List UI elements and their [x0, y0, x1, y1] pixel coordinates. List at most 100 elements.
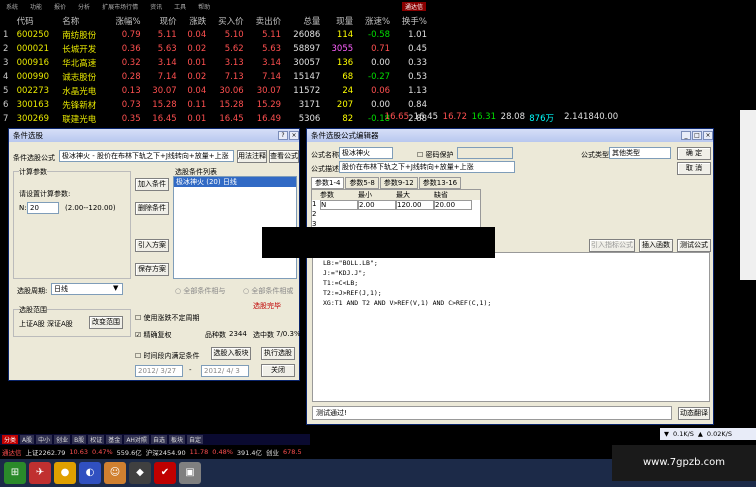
close-button[interactable]: 关闭 [261, 364, 295, 377]
formula-type-select[interactable]: 其他类型 [609, 147, 671, 159]
test-formula-button[interactable]: 测试公式 [677, 239, 711, 252]
market-tab[interactable]: 权证 [88, 435, 105, 444]
cell-code: 000916 [16, 58, 50, 68]
precise-checkbox[interactable]: ☑ 精确复权 [135, 330, 172, 340]
dynamic-translate-button[interactable]: 动态翻译 [678, 407, 710, 420]
column-header[interactable]: 卖出价 [247, 14, 284, 28]
import-plan-button[interactable]: 引入方案 [135, 239, 169, 252]
market-tab[interactable]: 基金 [106, 435, 123, 444]
help-icon[interactable]: ? [278, 131, 288, 140]
app-icon[interactable]: ✈ [29, 462, 51, 484]
param-n-input[interactable]: 20 [27, 202, 59, 214]
table-row[interactable]: 3 000916 华北高速 0.32 3.14 0.01 3.13 3.14 30057 136 0… [0, 56, 430, 70]
table-row[interactable]: 4 000990 诚志股份 0.28 7.14 0.02 7.13 7.14 15147 68 -0… [0, 70, 430, 84]
minimize-icon[interactable]: _ [681, 131, 691, 140]
param-default-cell[interactable]: 20.00 [434, 200, 472, 210]
date-to-input[interactable]: 2012/ 4/ 3 [201, 365, 249, 377]
market-tab[interactable]: 自选 [150, 435, 167, 444]
formula-desc-input[interactable]: 股价在布林下轨之下+J线转向+放量+上涨 [339, 161, 515, 173]
cancel-button[interactable]: 取 消 [677, 162, 711, 175]
code-editor[interactable]: LB:="BOLL.LB"; J:="KDJ.J"; T1:=C<LB; T2:=J>… [312, 252, 710, 402]
table-row[interactable]: 2 000021 长城开发 0.36 5.63 0.02 5.62 5.63 58897 3055… [0, 42, 430, 56]
password-checkbox[interactable]: ☐ 密码保护 [417, 150, 454, 160]
market-tab[interactable]: A股 [20, 435, 35, 444]
market-tab[interactable]: AH对照 [124, 435, 149, 444]
table-row[interactable]: 5 002273 水晶光电 0.13 30.07 0.04 30.06 30.07 11572 2… [0, 84, 430, 98]
delete-condition-button[interactable]: 删除条件 [135, 202, 169, 215]
right-toolbar[interactable] [740, 110, 756, 280]
column-header[interactable]: 现价 [144, 14, 180, 28]
to-board-button[interactable]: 选股入板块 [211, 347, 251, 360]
param-row[interactable]: 1 N 2.00 120.00 20.00 [312, 200, 480, 210]
net-speed-down: 0.1K/S [673, 430, 694, 438]
table-row[interactable]: 7 300269 联建光电 0.35 16.45 0.01 16.45 16.49 5306 82… [0, 112, 430, 126]
market-tab[interactable]: 中小 [36, 435, 53, 444]
app-icon[interactable]: ✔ [154, 462, 176, 484]
add-condition-button[interactable]: 加入条件 [135, 178, 169, 191]
menu-item[interactable]: 扩展市场行情 [102, 2, 138, 11]
tab-params[interactable]: 参数5-8 [345, 177, 379, 189]
menu-item[interactable]: 资讯 [150, 2, 162, 11]
column-header[interactable]: 涨跌 [180, 14, 210, 28]
usage-notes-button[interactable]: 用法注释 [237, 150, 267, 163]
insert-function-button[interactable]: 插入函数 [639, 239, 673, 252]
tab-params[interactable]: 参数1-4 [311, 177, 345, 189]
sz-percent: 0.48% [212, 447, 233, 456]
market-tab[interactable]: B股 [72, 435, 87, 444]
condition-list-item[interactable]: 极冰神火 (20) 日线 [174, 177, 296, 187]
menu-item[interactable]: 工具 [174, 2, 186, 11]
column-header[interactable]: 买入价 [209, 14, 246, 28]
maximize-icon[interactable]: □ [692, 131, 702, 140]
app-icon[interactable]: ◆ [129, 462, 151, 484]
save-plan-button[interactable]: 保存方案 [135, 263, 169, 276]
tab-params[interactable]: 参数13-16 [418, 177, 462, 189]
time-cond-checkbox[interactable]: ☐ 时间段内满足条件 [135, 351, 200, 361]
column-header[interactable]: 代码 [14, 14, 60, 28]
table-row[interactable]: 6 300163 先锋新材 0.73 15.28 0.11 15.28 15.29 3171 20… [0, 98, 430, 112]
chevron-down-icon[interactable]: ▼ [113, 284, 118, 292]
date-from-input[interactable]: 2012/ 3/27 [135, 365, 183, 377]
formula-name-input[interactable]: 极冰神火 [339, 147, 393, 159]
app-icon[interactable]: ● [54, 462, 76, 484]
ok-button[interactable]: 确 定 [677, 147, 711, 160]
app-icon[interactable]: ◐ [79, 462, 101, 484]
column-header[interactable]: 换手% [393, 14, 430, 28]
column-header[interactable]: 涨速% [356, 14, 393, 28]
all-or-radio[interactable]: ○ 全部条件相或 [243, 286, 293, 296]
param-max-cell[interactable]: 120.00 [396, 200, 434, 210]
param-name-cell[interactable]: N [320, 200, 358, 210]
formula-editor-titlebar[interactable]: 条件选股公式编辑器 _ □ × [307, 129, 713, 142]
app-icon[interactable]: ☺ [104, 462, 126, 484]
market-tab[interactable]: 创业 [54, 435, 71, 444]
cell-code: 000990 [16, 72, 50, 82]
menu-item[interactable]: 帮助 [198, 2, 210, 11]
formula-select[interactable]: 极冰神火 - 股价在布林下轨之下+J线转向+放量+上涨 [59, 150, 234, 162]
use-period-checkbox[interactable]: ☐ 使用涨跌不定周期 [135, 313, 200, 323]
view-formula-button[interactable]: 查看公式 [269, 150, 299, 163]
menu-item[interactable]: 报价 [54, 2, 66, 11]
column-header[interactable]: 涨幅% [107, 14, 144, 28]
column-header[interactable] [0, 14, 14, 28]
menu-item[interactable]: 功能 [30, 2, 42, 11]
all-and-radio[interactable]: ○ 全部条件相与 [175, 286, 225, 296]
run-select-button[interactable]: 执行选股 [261, 347, 295, 360]
market-tab[interactable]: 自定 [186, 435, 203, 444]
password-input[interactable] [457, 147, 513, 159]
param-min-cell[interactable]: 2.00 [358, 200, 396, 210]
import-indicator-button[interactable]: 引入指标公式 [589, 239, 635, 252]
change-range-button[interactable]: 改变范围 [89, 316, 123, 329]
column-header[interactable]: 总量 [284, 14, 323, 28]
market-tab[interactable]: 板块 [168, 435, 185, 444]
column-header[interactable]: 现量 [323, 14, 356, 28]
market-tab[interactable]: 分类 [2, 435, 19, 444]
close-icon[interactable]: × [703, 131, 713, 140]
close-icon[interactable]: × [289, 131, 299, 140]
menu-item[interactable]: 系统 [6, 2, 18, 11]
select-dialog-titlebar[interactable]: 条件选股 ? × [9, 129, 299, 142]
table-row[interactable]: 1 600250 南纺股份 0.79 5.11 0.04 5.10 5.11 26086 114 -… [0, 28, 430, 42]
app-icon[interactable]: ▣ [179, 462, 201, 484]
menu-item[interactable]: 分析 [78, 2, 90, 11]
tab-params[interactable]: 参数9-12 [379, 177, 418, 189]
start-icon[interactable]: ⊞ [4, 462, 26, 484]
column-header[interactable]: 名称 [59, 14, 107, 28]
